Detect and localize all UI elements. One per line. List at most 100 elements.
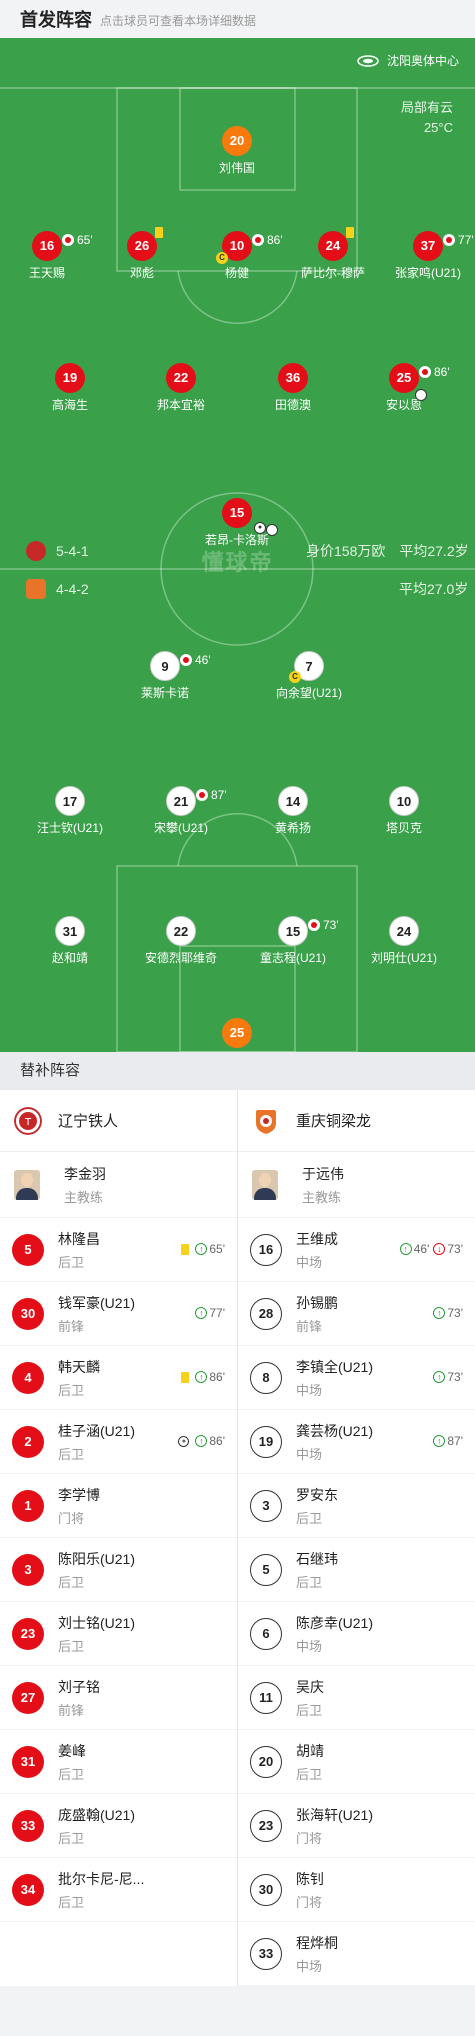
sub-position: 后卫 [58,1638,85,1654]
subs-table: T 辽宁铁人 李金羽 主教练 5 林隆昌 后卫 ↑ 65' 30 钱军豪(U21) 前锋 ↑ 77… [0,1090,475,1986]
away-coach-row[interactable]: 于远伟 主教练 [238,1152,475,1218]
home-sub-row-4[interactable]: 1 李学博 门将 [0,1474,237,1538]
home-coach-row[interactable]: 李金羽 主教练 [0,1152,237,1218]
home-sub-row-8[interactable]: 31 姜峰 后卫 [0,1730,237,1794]
stadium-icon [357,54,379,67]
sub-in-icon: ↑ [433,1435,446,1447]
away-sub-row-4[interactable]: 3 罗安东 后卫 [238,1474,475,1538]
player-name: 庫迪热提-阿... [182,1051,292,1052]
player-name: 童志程(U21) [259,951,326,965]
away-sub-row-6[interactable]: 6 陈彦幸(U21) 中场 [238,1602,475,1666]
sub-out-icon [62,234,74,246]
home-sub-row-1[interactable]: 30 钱军豪(U21) 前锋 ↑ 77' [0,1282,237,1346]
sub-position: 中场 [296,1638,323,1654]
sub-name: 林隆昌 [58,1230,100,1247]
sub-events: ↑ 77' [195,1306,225,1320]
away-player-4[interactable]: 14 黄希扬 [238,786,348,836]
away-sub-row-5[interactable]: 5 石继玮 后卫 [238,1538,475,1602]
away-coach-name: 于远伟 [302,1165,344,1182]
player-number: 15 ● [222,498,278,536]
away-player-10[interactable]: 25 庫迪热提-阿... [182,1018,292,1052]
sub-in-minute: 86' [209,1434,225,1448]
player-number: 17 [55,786,85,816]
section-title: 首发阵容 [20,10,92,30]
sub-position: 后卫 [58,1446,85,1462]
away-player-7[interactable]: 22 安德烈耶维奇 [126,916,236,966]
yellow-card-icon [181,1243,190,1255]
sub-out-icon [252,234,264,246]
home-sub-row-3[interactable]: 2 桂子涵(U21) 后卫 ● ↑ 86' [0,1410,237,1474]
home-sub-row-2[interactable]: 4 韩天麟 后卫 ↑ 86' [0,1346,237,1410]
away-sub-row-2[interactable]: 8 李镇全(U21) 中场 ↑ 73' [238,1346,475,1410]
home-sub-row-6[interactable]: 23 刘士铭(U21) 后卫 [0,1602,237,1666]
away-sub-row-1[interactable]: 28 孙锡鹏 前锋 ↑ 73' [238,1282,475,1346]
sub-position: 后卫 [296,1510,323,1526]
home-player-6[interactable]: 19 高海生 [15,363,125,413]
home-player-9[interactable]: 25 86' 安以恩 [349,363,459,413]
home-team-logo-icon: T [14,1106,42,1135]
sub-name: 龚芸杨(U21) [296,1422,374,1439]
home-team-row[interactable]: T 辽宁铁人 [0,1090,237,1152]
player-name: 田德澳 [274,398,311,412]
away-sub-row-3[interactable]: 19 龚芸杨(U21) 中场 ↑ 87' [238,1410,475,1474]
assist-icon [266,524,278,536]
home-team-name: 辽宁铁人 [58,1113,119,1130]
home-player-2[interactable]: 26 邓彪 [87,227,197,281]
away-player-2[interactable]: 17 汪士钦(U21) [15,786,125,836]
home-sub-row-0[interactable]: 5 林隆昌 后卫 ↑ 65' [0,1218,237,1282]
sub-events: ↑ 87' [433,1434,463,1448]
away-team-row[interactable]: 重庆铜梁龙 [238,1090,475,1152]
home-sub-row-9[interactable]: 33 庞盛翰(U21) 后卫 [0,1794,237,1858]
away-player-6[interactable]: 31 赵和靖 [15,916,125,966]
player-name: 赵和靖 [51,951,88,965]
player-name: 邦本宜裕 [156,398,205,412]
away-sub-row-10[interactable]: 30 陈钊 门将 [238,1858,475,1922]
away-player-5[interactable]: 10 塔贝克 [349,786,459,836]
sub-number: 6 [250,1617,282,1650]
sub-name: 庞盛翰(U21) [58,1806,136,1823]
sub-name: 刘子铭 [58,1678,100,1695]
away-sub-row-9[interactable]: 23 张海轩(U21) 门将 [238,1794,475,1858]
player-name: 邓彪 [129,266,154,280]
sub-number: 11 [250,1681,282,1714]
sub-name: 批尔卡尼-尼... [58,1870,145,1887]
away-avg-age-wrap: 平均27.0岁 [399,579,468,599]
away-player-1[interactable]: 7 C 向余望(U21) [254,651,364,701]
player-name: 张家鸣(U21) [394,266,461,280]
sub-name: 钱军豪(U21) [58,1294,136,1311]
sub-in-minute: 73' [447,1306,463,1320]
assist-icon [415,389,427,401]
away-sub-row-11[interactable]: 33 程烨桐 中场 [238,1922,475,1986]
away-player-8[interactable]: 15 73' 童志程(U21) [238,916,348,966]
sub-events: ↑ 65' [181,1242,225,1256]
away-coach-role: 主教练 [302,1189,342,1205]
away-sub-row-0[interactable]: 16 王维成 中场 ↑ 46' ↓ 73' [238,1218,475,1282]
home-player-4[interactable]: 24 萨比尔-穆萨 [278,227,388,281]
home-player-3[interactable]: 10 C 86' 杨健 [182,231,292,281]
sub-name: 陈彦幸(U21) [296,1614,374,1631]
home-player-8[interactable]: 36 田德澳 [238,363,348,413]
sub-name: 程烨桐 [296,1934,338,1951]
sub-position: 前锋 [296,1318,323,1334]
home-sub-row-7[interactable]: 27 刘子铭 前锋 [0,1666,237,1730]
away-sub-row-8[interactable]: 20 胡靖 后卫 [238,1730,475,1794]
home-player-5[interactable]: 37 77' 张家鸣(U21) [373,231,475,281]
home-sub-row-5[interactable]: 3 陈阳乐(U21) 后卫 [0,1538,237,1602]
home-sub-row-10[interactable]: 34 批尔卡尼-尼... 后卫 [0,1858,237,1922]
home-coach-name: 李金羽 [64,1165,106,1182]
sub-events: ↑ 73' [433,1370,463,1384]
away-player-9[interactable]: 24 刘明仕(U21) [349,916,459,966]
sub-out-event: 73' [308,918,339,932]
home-player-0[interactable]: 20 刘伟国 [182,126,292,176]
sub-number: 28 [250,1297,282,1330]
sub-position: 中场 [296,1446,323,1462]
away-player-3[interactable]: 21 87' 宋攀(U21) [126,786,236,836]
home-player-10[interactable]: 15 ● 若昂-卡洛斯 [182,498,292,548]
away-player-0[interactable]: 9 46' 莱斯卡诺 [110,651,220,701]
away-team-logo [26,579,46,599]
sub-name: 石继玮 [296,1550,338,1567]
home-player-7[interactable]: 22 邦本宜裕 [126,363,236,413]
player-number: 24 [389,916,419,946]
away-sub-row-7[interactable]: 11 吴庆 后卫 [238,1666,475,1730]
sub-number: 3 [12,1553,44,1586]
